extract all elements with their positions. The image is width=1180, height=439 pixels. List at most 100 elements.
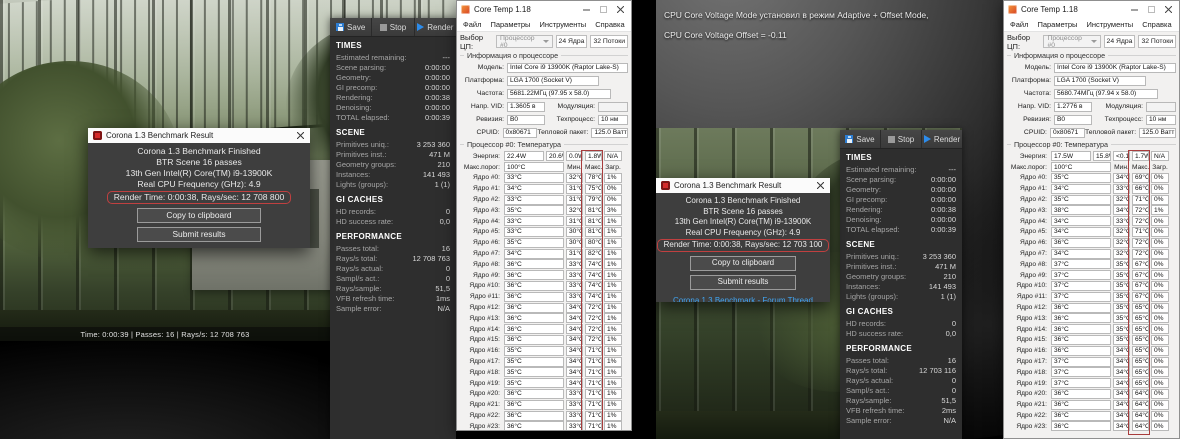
maximize-icon[interactable]	[597, 3, 610, 15]
stat-label: Denoising:	[846, 214, 882, 224]
stat-row: HD records: 0	[336, 206, 450, 216]
stat-row: Denoising: 0:00:00	[846, 214, 956, 224]
core-row: Ядро #21: 36°C 33°C 71°C 1%	[460, 399, 628, 410]
stop-button[interactable]: Stop	[881, 130, 922, 148]
minimize-icon[interactable]	[1128, 3, 1141, 15]
stat-label: VFB refresh time:	[336, 293, 395, 303]
core-row: Ядро #16: 35°C 34°C 71°C 1%	[460, 345, 628, 356]
core-max-temp: 72°C	[585, 302, 602, 313]
section-title: TIMES	[846, 153, 872, 162]
title-bar[interactable]: Core Temp 1.18	[1004, 1, 1179, 17]
core-load: 1%	[604, 421, 622, 430]
render-button[interactable]: Render	[922, 130, 962, 148]
submit-results-button[interactable]: Submit results	[137, 227, 261, 242]
menu-item[interactable]: Инструменты	[1086, 20, 1133, 29]
core-max-temp: 71°C	[585, 345, 602, 356]
menu-item[interactable]: Инструменты	[539, 20, 586, 29]
stat-value: 0	[951, 318, 956, 328]
save-label: Save	[856, 134, 875, 144]
core-min-temp: 34°C	[1113, 172, 1130, 183]
menu-item[interactable]: Файл	[463, 20, 481, 29]
title-bar[interactable]: Core Temp 1.18	[457, 1, 631, 17]
forum-thread-link[interactable]: Corona 1.3 Benchmark - Forum Thread	[656, 296, 830, 302]
copy-to-clipboard-button[interactable]: Copy to clipboard	[690, 255, 796, 271]
coretemp-app-icon	[1008, 4, 1017, 14]
menu-item[interactable]: Справка	[595, 20, 624, 29]
stat-value: 0:00:00	[424, 102, 450, 112]
save-button[interactable]: Save	[330, 18, 373, 36]
core-row: Ядро #1: 34°C 31°C 75°C 0%	[460, 183, 628, 194]
menu-item[interactable]: Параметры	[490, 20, 530, 29]
core-load: 1%	[604, 237, 622, 248]
vid-field: 1.3605 в	[507, 101, 545, 112]
stat-label: Geometry groups:	[336, 159, 397, 169]
core-min-temp: 32°C	[1113, 237, 1130, 248]
core-label: Ядро #2:	[1020, 196, 1047, 204]
stat-value: ---	[442, 52, 451, 62]
stat-row: GI precomp: 0:00:00	[846, 194, 956, 204]
stat-label: Sampl/s act.:	[336, 273, 380, 283]
stat-value: 1 (1)	[940, 291, 956, 301]
title-bar[interactable]: Corona 1.3 Benchmark Result	[88, 128, 310, 143]
core-max-temp: 71°C	[585, 421, 602, 430]
stat-value: 2ms	[941, 405, 956, 415]
menu-item[interactable]: Файл	[1010, 20, 1028, 29]
core-label: Ядро #23:	[469, 422, 500, 430]
process-field: 10 нм	[598, 114, 628, 125]
cpu-selector[interactable]: Процессор #0	[1043, 35, 1101, 49]
core-min-temp: 34°C	[1113, 410, 1130, 421]
menu-item[interactable]: Параметры	[1037, 20, 1077, 29]
section-rows: Estimated remaining: --- Scene parsing: 0:…	[336, 52, 450, 122]
field-label: Напр. VID:	[1017, 103, 1051, 110]
core-label: Ядро #17:	[469, 358, 500, 366]
section-title: PERFORMANCE	[336, 232, 402, 241]
stat-row: Passes total: 16	[336, 243, 450, 253]
column-header-max: Макс.	[1132, 163, 1150, 171]
render-time-highlight: Render Time: 0:00:38, Rays/sec: 12 703 1…	[656, 239, 830, 252]
stat-value: 0:00:39	[930, 224, 956, 234]
stat-label: Estimated remaining:	[846, 164, 917, 174]
core-current-temp: 35°C	[504, 378, 564, 389]
core-load: 3%	[604, 205, 622, 216]
close-icon[interactable]	[815, 181, 825, 191]
performance-section: PERFORMANCE Passes total: 16 Rays/s total…	[840, 340, 962, 427]
stat-value: 0:00:00	[930, 214, 956, 224]
save-button[interactable]: Save	[840, 130, 881, 148]
core-row: Ядро #1: 34°C 33°C 66°C 0%	[1007, 183, 1176, 194]
menu-item[interactable]: Справка	[1142, 20, 1171, 29]
menu-bar: Файл Параметры Инструменты Справка	[457, 17, 631, 32]
core-label: Ядро #15:	[469, 336, 500, 344]
core-current-temp: 34°C	[504, 183, 564, 194]
stat-value: 141 493	[422, 169, 450, 179]
close-icon[interactable]	[614, 3, 627, 15]
stat-value: 0:00:38	[930, 204, 956, 214]
core-max-temp: 71°C	[585, 367, 602, 378]
render-button[interactable]: Render	[415, 18, 456, 36]
core-label: Ядро #14:	[1016, 325, 1047, 333]
title-bar[interactable]: Corona 1.3 Benchmark Result	[656, 178, 830, 193]
core-label: Ядро #5:	[1020, 228, 1047, 236]
stop-button[interactable]: Stop	[372, 18, 415, 36]
stat-value: 210	[437, 159, 450, 169]
stat-label: Rays/s total:	[336, 253, 378, 263]
vfb-toolbar: Save Stop Render	[840, 130, 962, 149]
core-min-temp: 34°C	[566, 378, 583, 389]
core-min-temp: 34°C	[566, 313, 583, 324]
gi-caches-section: GI CACHES HD records: 0 HD success rate: 0…	[840, 303, 962, 340]
info-row: Платформа: LGA 1700 (Socket V)	[1007, 74, 1176, 87]
model-field: Intel Core i9 13900K (Raptor Lake-S)	[507, 62, 628, 73]
render-status-text: Time: 0:00:39 | Passes: 16 | Rays/s: 12 …	[80, 329, 250, 339]
info-row: Частота: 5681.22МГц (97.95 x 58.0)	[460, 87, 628, 100]
stat-label: Geometry:	[846, 184, 882, 194]
minimize-icon[interactable]	[580, 3, 593, 15]
core-load: 0%	[604, 194, 622, 205]
cpu-selector[interactable]: Процессор #0	[496, 35, 553, 49]
stat-label: HD success rate:	[336, 216, 394, 226]
copy-to-clipboard-button[interactable]: Copy to clipboard	[137, 208, 261, 223]
submit-results-button[interactable]: Submit results	[690, 274, 796, 290]
close-icon[interactable]	[1162, 3, 1175, 15]
core-label: Ядро #22:	[469, 412, 500, 420]
maximize-icon[interactable]	[1145, 3, 1158, 15]
core-label: Ядро #17:	[1016, 358, 1047, 366]
close-icon[interactable]	[295, 131, 305, 141]
